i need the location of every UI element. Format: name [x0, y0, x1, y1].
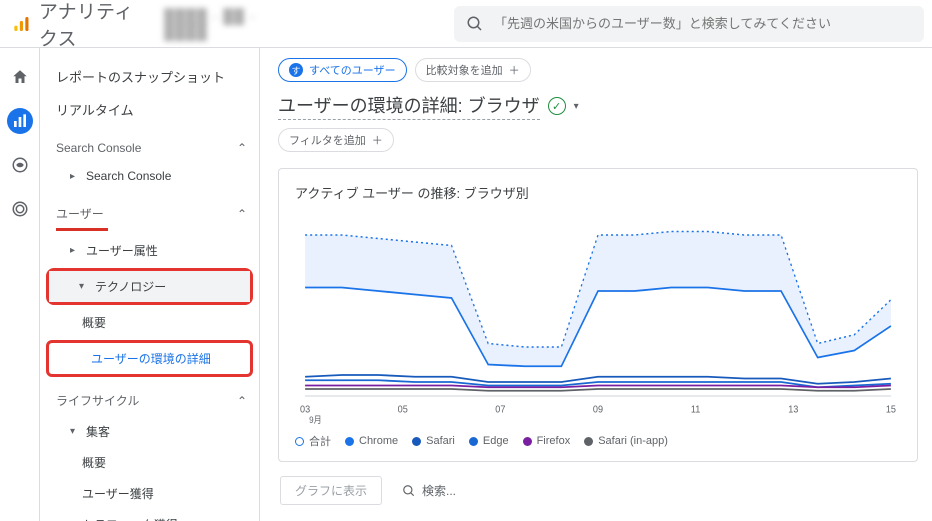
chip-badge: す	[289, 63, 303, 77]
table-search[interactable]: 検索...	[394, 478, 464, 503]
check-circle-icon[interactable]: ✓	[548, 97, 566, 115]
line-chart: 030507091113159月	[295, 214, 901, 424]
svg-text:13: 13	[788, 404, 799, 416]
caret-down-icon: ▾	[70, 426, 80, 437]
svg-text:07: 07	[495, 404, 505, 416]
sidebar-item-realtime[interactable]: リアルタイム	[40, 93, 259, 126]
caret-down-icon[interactable]: ▾	[574, 101, 579, 112]
chevron-up-icon: ⌃	[237, 394, 247, 408]
legend-item[interactable]: Edge	[469, 435, 509, 447]
legend-item[interactable]: Safari (in-app)	[584, 435, 668, 447]
global-search[interactable]	[454, 6, 924, 42]
app-name: アナリティクス	[39, 0, 152, 51]
page-title[interactable]: ユーザーの環境の詳細: ブラウザ	[278, 92, 540, 120]
legend-swatch	[345, 437, 354, 446]
legend-item[interactable]: Safari	[412, 435, 455, 447]
sidebar-item-technology[interactable]: ▾テクノロジー	[49, 271, 250, 302]
plot-rows-button[interactable]: グラフに表示	[280, 476, 382, 505]
svg-text:09: 09	[593, 404, 603, 416]
icon-rail	[0, 48, 40, 521]
caret-down-icon: ▾	[79, 281, 89, 292]
legend-swatch	[412, 437, 421, 446]
chip-add-compare[interactable]: 比較対象を追加＋	[415, 58, 531, 82]
svg-text:05: 05	[398, 404, 409, 416]
legend-item[interactable]: 合計	[295, 433, 331, 449]
app-logo-icon	[12, 13, 31, 35]
sidebar-item-acquisition[interactable]: ▾集客	[40, 416, 259, 447]
plus-icon: ＋	[509, 62, 520, 78]
chart-card: アクティブ ユーザー の推移: ブラウザ別 030507091113159月 合…	[278, 168, 918, 462]
highlight-tech-detail: ユーザーの環境の詳細	[46, 340, 253, 377]
sidebar-item-acq-traffic[interactable]: トラフィック獲得	[40, 509, 259, 521]
chart-title: アクティブ ユーザー の推移: ブラウザ別	[295, 183, 901, 202]
main-content: すすべてのユーザー 比較対象を追加＋ ユーザーの環境の詳細: ブラウザ ✓ ▾ …	[260, 48, 932, 521]
sidebar-section-lifecycle[interactable]: ライフサイクル⌃	[40, 385, 259, 416]
chevron-up-icon: ⌃	[237, 207, 247, 221]
rail-reports[interactable]	[7, 108, 33, 134]
title-row: ユーザーの環境の詳細: ブラウザ ✓ ▾	[278, 92, 918, 120]
app-header: アナリティクス ████ - ██ - ████	[0, 0, 932, 48]
legend-item[interactable]: Firefox	[523, 435, 571, 447]
rail-explore[interactable]	[7, 152, 33, 178]
legend-swatch	[295, 437, 304, 446]
chip-all-users[interactable]: すすべてのユーザー	[278, 58, 407, 82]
rail-ads[interactable]	[7, 196, 33, 222]
chip-add-filter[interactable]: フィルタを追加＋	[278, 128, 394, 152]
legend-swatch	[584, 437, 593, 446]
legend-swatch	[523, 437, 532, 446]
segment-chips: すすべてのユーザー 比較対象を追加＋	[278, 58, 918, 82]
sidebar-section-user[interactable]: ユーザー⌃	[40, 198, 259, 229]
sidebar-item-acq-overview[interactable]: 概要	[40, 447, 259, 478]
sidebar-item-acq-user[interactable]: ユーザー獲得	[40, 478, 259, 509]
caret-right-icon: ▸	[70, 171, 80, 182]
svg-text:15: 15	[886, 404, 897, 416]
chevron-up-icon: ⌃	[237, 141, 247, 155]
plus-icon: ＋	[372, 132, 383, 148]
search-icon	[402, 484, 416, 498]
sidebar-item-search-console[interactable]: ▸Search Console	[40, 162, 259, 190]
sidebar-item-tech-detail[interactable]: ユーザーの環境の詳細	[49, 343, 250, 374]
sidebar-section-search-console[interactable]: Search Console⌃	[40, 134, 259, 162]
caret-right-icon: ▸	[70, 245, 80, 256]
property-selector[interactable]: ████ - ██ - ████	[164, 8, 284, 40]
rail-home[interactable]	[7, 64, 33, 90]
chart-legend: 合計 Chrome Safari Edge Firefox Safari (in-app)	[295, 433, 901, 449]
svg-text:9月: 9月	[309, 414, 322, 424]
search-icon	[466, 15, 484, 33]
highlight-technology: ▾テクノロジー	[46, 268, 253, 305]
svg-text:11: 11	[691, 404, 700, 416]
sidebar-item-user-attr[interactable]: ▸ユーザー属性	[40, 235, 259, 266]
global-search-input[interactable]	[494, 16, 912, 31]
legend-item[interactable]: Chrome	[345, 435, 398, 447]
sidebar: レポートのスナップショット リアルタイム Search Console⌃ ▸Se…	[40, 48, 260, 521]
legend-swatch	[469, 437, 478, 446]
table-toolbar: グラフに表示 検索...	[278, 476, 918, 505]
sidebar-item-snapshot[interactable]: レポートのスナップショット	[40, 60, 259, 93]
sidebar-item-tech-overview[interactable]: 概要	[40, 307, 259, 338]
